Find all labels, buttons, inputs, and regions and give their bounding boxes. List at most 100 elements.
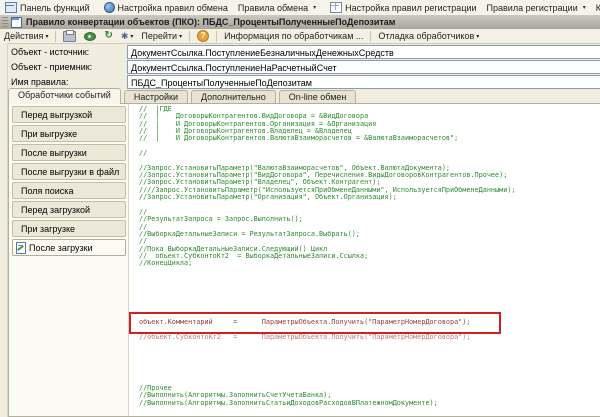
preview-button[interactable] [80,30,100,42]
menu-label: Настройка правил регистрации [345,3,476,13]
menu-label: Конфигурации [596,3,600,13]
sidebar-item-on-import[interactable]: При загрузке [12,220,126,237]
conversion-rule-icon [11,17,22,28]
tab-online-exchange[interactable]: On-line обмен [279,90,357,104]
special-actions-button[interactable]: ✱ ▾ [117,30,138,42]
tab-settings[interactable]: Настройки [124,90,188,104]
handlers-panel: Перед выгрузкой При выгрузке После выгру… [8,103,600,417]
source-object-field[interactable] [127,45,600,59]
code-line[interactable]: // | И ДоговорыКонтрагентов.ВалютаВзаимо… [139,135,600,142]
sidebar-item-after-export[interactable]: После выгрузки [12,144,126,161]
code-line[interactable]: //РезультатЗапроса = Запрос.Выполнить(); [139,216,600,223]
help-button[interactable]: ? [193,30,213,42]
toolbar-separator [55,31,56,42]
menu-configurations[interactable]: Конфигурации ▾ [591,1,600,14]
goto-button[interactable]: Перейти ▾ [137,30,186,42]
help-icon: ? [197,30,209,42]
chevron-down-icon: ▾ [313,4,316,11]
rule-name-label: Имя правила: [11,77,68,87]
tab-strip: Обработчики событий Настройки Дополнител… [8,88,359,103]
refresh-button[interactable]: ↻ [100,30,116,42]
sidebar-item-search-fields[interactable]: Поля поиска [12,182,126,199]
chevron-down-icon: ▾ [45,33,48,40]
code-line[interactable] [139,268,600,275]
actions-label: Действия [4,31,43,41]
function-panel-icon [5,2,17,13]
menu-registration-rules-settings[interactable]: Настройка правил регистрации [325,1,481,14]
code-line-highlighted[interactable]: объект.Комментарий = ПараметрыОбъекта.По… [139,319,470,326]
code-line[interactable] [139,297,600,304]
sidebar-item-label: Перед выгрузкой [21,110,92,120]
code-line[interactable] [139,341,600,348]
sidebar-item-after-export-to-file[interactable]: После выгрузки в файл [12,163,126,180]
menu-function-panel[interactable]: Панель функций [0,1,95,14]
sidebar-item-after-import[interactable]: После загрузки [12,239,126,256]
code-line[interactable] [139,348,600,355]
sidebar-item-label: Перед загрузкой [21,205,90,215]
registration-settings-icon [330,2,342,13]
sidebar-item-label: После выгрузки в файл [21,167,119,177]
code-line[interactable]: //КонецЦикла; [139,260,600,267]
sidebar-item-label: Поля поиска [21,186,73,196]
code-line[interactable] [139,378,600,385]
menu-exchange-rules[interactable]: Правила обмена ▾ [233,1,321,14]
left-gutter [0,43,8,417]
menu-registration-rules[interactable]: Правила регистрации ▾ [482,1,591,14]
toolbar-separator [216,31,217,42]
rule-name-field[interactable] [127,75,600,89]
exchange-settings-icon [104,2,115,13]
actions-toolbar: Действия ▾ ↻ ✱ ▾ Перейти ▾ ? Информация … [0,29,600,44]
goto-label: Перейти [141,31,177,41]
code-line[interactable] [139,370,600,377]
code-line[interactable]: // объект.СубконтоКт2 = ВыборкаДетальные… [139,253,600,260]
tab-additional[interactable]: Дополнительно [191,90,276,104]
handlers-sidebar: Перед выгрузкой При выгрузке После выгру… [10,106,128,258]
print-button[interactable] [59,30,80,42]
highlight-annotation-box: объект.Комментарий = ПараметрыОбъекта.По… [129,312,501,334]
code-editor[interactable]: // |ГДЕ// | ДоговорыКонтрагентов.ВидДого… [128,104,600,416]
code-line[interactable] [139,290,600,297]
menu-label: Правила обмена [238,3,308,13]
window-title: Правило конвертации объектов (ПКО): ПБДС… [26,17,395,27]
sidebar-item-label: При выгрузке [21,129,77,139]
main-menubar: Панель функций Настройка правил обмена П… [0,0,600,16]
menu-label: Правила регистрации [487,3,578,13]
source-object-label: Объект - источник: [11,47,89,57]
eye-icon [84,32,96,41]
sidebar-item-before-import[interactable]: Перед загрузкой [12,201,126,218]
sidebar-item-on-export[interactable]: При выгрузке [12,125,126,142]
app-window: Панель функций Настройка правил обмена П… [0,0,600,417]
handlers-info-label: Информация по обработчикам ... [224,31,363,41]
window-titlebar[interactable]: Правило конвертации объектов (ПКО): ПБДС… [0,15,600,30]
code-line[interactable]: //ВыборкаДетальныеЗаписи = РезультатЗапр… [139,231,600,238]
code-line[interactable] [139,143,600,150]
tab-event-handlers[interactable]: Обработчики событий [8,88,121,104]
code-line[interactable] [139,356,600,363]
target-object-field[interactable] [127,60,600,74]
toolbar-separator [189,31,190,42]
printer-icon [63,31,76,42]
chevron-down-icon: ▾ [476,33,479,40]
actions-menu-button[interactable]: Действия ▾ [0,30,52,42]
handlers-debug-button[interactable]: Отладка обработчиков ▾ [374,30,483,42]
code-line[interactable]: //Запрос.УстановитьПараметр("Организация… [139,194,600,201]
code-line[interactable]: //объект.СубконтоКт2 = ПараметрыОбъекта.… [139,334,600,341]
code-line[interactable] [139,282,600,289]
chevron-down-icon: ▾ [130,33,133,40]
code-line[interactable] [139,304,600,311]
handlers-debug-label: Отладка обработчиков [378,31,474,41]
sidebar-item-label: При загрузке [21,224,75,234]
chevron-down-icon: ▾ [179,33,182,40]
sidebar-item-before-export[interactable]: Перед выгрузкой [12,106,126,123]
toolbar-separator [370,31,371,42]
code-line[interactable] [139,363,600,370]
handlers-info-button[interactable]: Информация по обработчикам ... [220,30,367,42]
menu-exchange-rules-settings[interactable]: Настройка правил обмена [99,1,233,14]
sidebar-item-label: После загрузки [29,243,93,253]
code-line[interactable] [139,201,600,208]
code-line[interactable] [139,275,600,282]
menu-label: Настройка правил обмена [118,3,228,13]
code-line[interactable]: //Выполнить(Алгоритмы.ЗаполнитьСтатьиДох… [139,400,600,407]
sidebar-item-label: После выгрузки [21,148,87,158]
code-line[interactable]: // [139,150,600,157]
